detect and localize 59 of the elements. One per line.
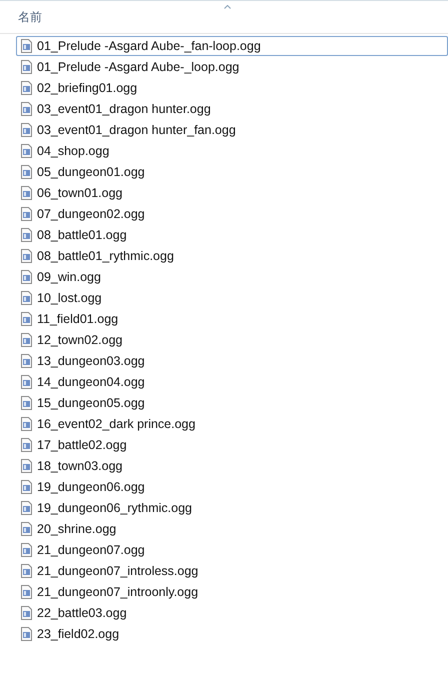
file-row[interactable]: 21_dungeon07_introonly.ogg [16,582,448,602]
file-row[interactable]: 15_dungeon05.ogg [16,393,448,413]
audio-file-icon [21,375,32,389]
audio-file-icon [21,186,32,200]
file-row[interactable]: 05_dungeon01.ogg [16,162,448,182]
file-row[interactable]: 02_briefing01.ogg [16,78,448,98]
audio-file-icon [21,102,32,116]
file-row[interactable]: 08_battle01.ogg [16,225,448,245]
file-row[interactable]: 23_field02.ogg [16,624,448,644]
file-row[interactable]: 09_win.ogg [16,267,448,287]
file-row[interactable]: 20_shrine.ogg [16,519,448,539]
file-row[interactable]: 13_dungeon03.ogg [16,351,448,371]
file-row[interactable]: 19_dungeon06.ogg [16,477,448,497]
file-row[interactable]: 07_dungeon02.ogg [16,204,448,224]
audio-file-icon [21,480,32,494]
file-row[interactable]: 01_Prelude -Asgard Aube-_loop.ogg [16,57,448,77]
audio-file-icon [21,228,32,242]
audio-file-icon [21,312,32,326]
audio-file-icon [21,354,32,368]
audio-file-icon [21,564,32,578]
audio-file-icon [21,333,32,347]
audio-file-icon [21,144,32,158]
file-row[interactable]: 01_Prelude -Asgard Aube-_fan-loop.ogg [16,36,448,56]
audio-file-icon [21,459,32,473]
audio-file-icon [21,249,32,263]
file-row[interactable]: 19_dungeon06_rythmic.ogg [16,498,448,518]
file-row[interactable]: 16_event02_dark prince.ogg [16,414,448,434]
file-row[interactable]: 21_dungeon07_introless.ogg [16,561,448,581]
audio-file-icon [21,585,32,599]
file-row[interactable]: 03_event01_dragon hunter.ogg [16,99,448,119]
audio-file-icon [21,60,32,74]
audio-file-icon [21,81,32,95]
file-row[interactable]: 17_battle02.ogg [16,435,448,455]
audio-file-icon [21,501,32,515]
file-row[interactable]: 12_town02.ogg [16,330,448,350]
file-row[interactable]: 10_lost.ogg [16,288,448,308]
audio-file-icon [21,438,32,452]
file-row[interactable]: 22_battle03.ogg [16,603,448,623]
file-row[interactable]: 18_town03.ogg [16,456,448,476]
audio-file-icon [21,627,32,641]
audio-file-icon [21,417,32,431]
name-column-header[interactable]: 名前 [18,8,42,26]
file-row[interactable]: 06_town01.ogg [16,183,448,203]
audio-file-icon [21,522,32,536]
file-row[interactable]: 08_battle01_rythmic.ogg [16,246,448,266]
audio-file-icon [21,396,32,410]
audio-file-icon [21,39,32,53]
audio-file-icon [21,123,32,137]
audio-file-icon [21,270,32,284]
audio-file-icon [21,543,32,557]
file-row[interactable]: 04_shop.ogg [16,141,448,161]
audio-file-icon [21,207,32,221]
file-row[interactable]: 03_event01_dragon hunter_fan.ogg [16,120,448,140]
file-row[interactable]: 21_dungeon07.ogg [16,540,448,560]
file-row[interactable]: 11_field01.ogg [16,309,448,329]
audio-file-icon [21,606,32,620]
file-row[interactable]: 14_dungeon04.ogg [16,372,448,392]
audio-file-icon [21,165,32,179]
audio-file-icon [21,291,32,305]
